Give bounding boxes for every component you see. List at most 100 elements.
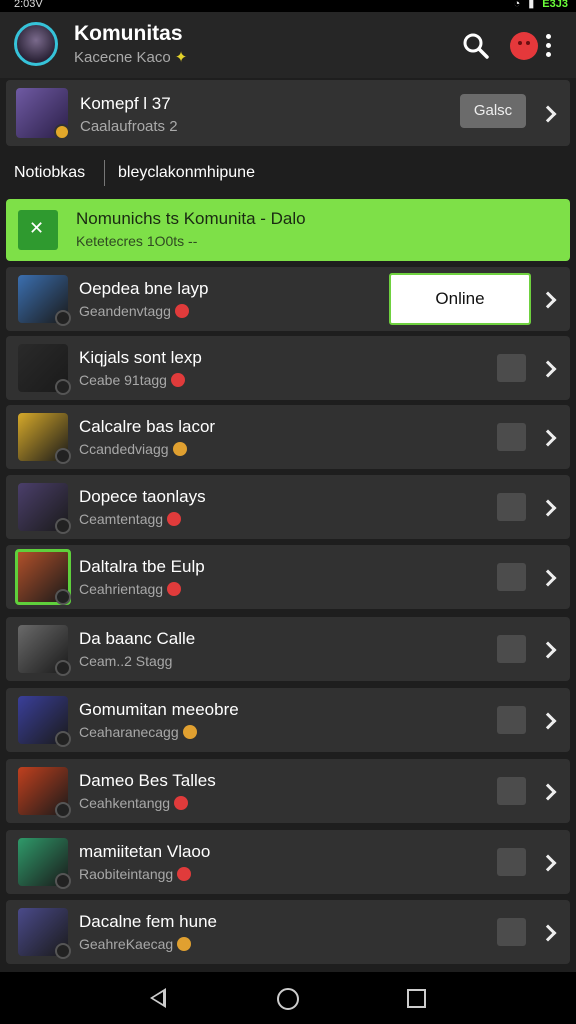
list-item[interactable]: Kiqjals sont lexp Ceabe 91tagg (6, 336, 570, 400)
thumbnail-badge-icon (55, 589, 71, 605)
featured-banner[interactable]: Nomunichs ts Komunita - Dalo Ketetecres … (6, 199, 570, 261)
profile-subtitle: Caalaufroats 2 (80, 118, 178, 135)
chevron-right-icon[interactable] (540, 569, 556, 585)
status-icons: ◔ ▮ E3J3 (514, 0, 568, 10)
profile-action-button[interactable]: Galsc (460, 94, 526, 128)
item-checkbox[interactable] (497, 777, 526, 805)
thumbnail-badge-icon (55, 379, 71, 395)
status-time: 2:03V (14, 0, 43, 10)
item-subtitle-text: Ceaharanecagg (79, 724, 179, 740)
thumbnail-badge-icon (55, 802, 71, 818)
item-checkbox[interactable] (497, 635, 526, 663)
tab-notifications[interactable]: Notiobkas (14, 164, 85, 182)
chevron-right-icon[interactable] (540, 291, 556, 307)
list-item[interactable]: Oepdea bne layp Geandenvtagg Online (6, 267, 570, 331)
chevron-right-icon[interactable] (540, 924, 556, 940)
item-checkbox[interactable] (497, 848, 526, 876)
item-checkbox[interactable] (497, 423, 526, 451)
item-checkbox[interactable] (497, 706, 526, 734)
item-title: Calcalre bas lacor (79, 417, 216, 436)
item-subtitle: Raobiteintangg (79, 866, 192, 882)
list-item[interactable]: Gomumitan meeobre Ceaharanecagg (6, 688, 570, 752)
item-thumbnail (18, 413, 71, 464)
item-checkbox[interactable] (497, 493, 526, 521)
list-item[interactable]: Da baanc Calle Ceam..2 Stagg (6, 617, 570, 681)
item-subtitle-text: Raobiteintangg (79, 866, 174, 882)
heart-icon (177, 937, 192, 951)
chevron-right-icon[interactable] (540, 429, 556, 445)
heart-icon (167, 512, 182, 526)
item-subtitle-text: GeahreKaecag (79, 936, 174, 952)
item-checkbox[interactable] (497, 918, 526, 946)
item-subtitle: GeahreKaecag (79, 936, 192, 952)
thumbnail-badge-icon (55, 310, 71, 326)
item-thumbnail (18, 344, 71, 395)
item-subtitle: Ceam..2 Stagg (79, 653, 172, 669)
chevron-right-icon[interactable] (540, 360, 556, 376)
list-item[interactable]: mamiitetan Vlaoo Raobiteintangg (6, 830, 570, 894)
profile-card[interactable]: Komepf l 37 Caalaufroats 2 Galsc (6, 80, 570, 146)
item-subtitle: Ceahrientagg (79, 581, 182, 597)
heart-icon (174, 304, 189, 318)
tab-members[interactable]: bleyclakonmhipune (118, 164, 255, 182)
status-bar: 2:03V ◔ ▮ E3J3 (0, 0, 576, 12)
chevron-right-icon[interactable] (540, 105, 556, 121)
online-button[interactable]: Online (389, 273, 531, 325)
item-checkbox[interactable] (497, 563, 526, 591)
banner-title: Nomunichs ts Komunita - Dalo (76, 209, 306, 228)
item-thumbnail (15, 549, 71, 605)
item-subtitle: Ccandedviagg (79, 441, 187, 457)
back-icon[interactable] (150, 988, 166, 1008)
home-icon[interactable] (277, 988, 299, 1010)
chevron-right-icon[interactable] (540, 641, 556, 657)
item-subtitle: Ceabe 91tagg (79, 372, 185, 388)
item-thumbnail (18, 696, 71, 747)
list-item[interactable]: Dacalne fem hune GeahreKaecag (6, 900, 570, 964)
list-item[interactable]: Calcalre bas lacor Ccandedviagg (6, 405, 570, 469)
item-subtitle: Geandenvtagg (79, 303, 189, 319)
item-title: Gomumitan meeobre (79, 700, 239, 719)
thumbnail-badge-icon (55, 943, 71, 959)
item-checkbox[interactable] (497, 354, 526, 382)
item-subtitle-text: Geandenvtagg (79, 303, 171, 319)
more-vert-icon[interactable] (543, 32, 553, 60)
community-avatar[interactable] (14, 22, 58, 66)
chevron-right-icon[interactable] (540, 712, 556, 728)
list-item[interactable]: Dameo Bes Talles Ceahkentangg (6, 759, 570, 823)
item-thumbnail (18, 483, 71, 534)
item-title: Oepdea bne layp (79, 279, 209, 298)
heart-icon (174, 796, 189, 810)
signal-icon: ▮ (528, 0, 535, 10)
item-subtitle-text: Ceahkentangg (79, 795, 171, 811)
item-subtitle: Ceahkentangg (79, 795, 189, 811)
item-title: mamiitetan Vlaoo (79, 842, 211, 861)
chevron-right-icon[interactable] (540, 783, 556, 799)
thumbnail-badge-icon (55, 518, 71, 534)
battery-text: E3J3 (542, 0, 568, 10)
profile-name: Komepf l 37 (80, 94, 171, 113)
notification-face-icon[interactable] (510, 32, 538, 60)
thumbnail-badge-icon (55, 873, 71, 889)
page-subtitle-text: Kacecne Kaco (74, 49, 171, 66)
recents-icon[interactable] (407, 989, 426, 1008)
item-title: Dacalne fem hune (79, 912, 217, 931)
system-nav-bar (0, 972, 576, 1024)
app-bar: Komunitas Kacecne Kaco ✦ (0, 12, 576, 78)
item-title: Kiqjals sont lexp (79, 348, 202, 367)
chevron-right-icon[interactable] (540, 499, 556, 515)
thumbnail-badge-icon (55, 448, 71, 464)
item-title: Da baanc Calle (79, 629, 196, 648)
search-icon[interactable] (462, 32, 490, 60)
page-subtitle: Kacecne Kaco ✦ (74, 48, 187, 66)
item-subtitle-text: Ccandedviagg (79, 441, 169, 457)
list-item[interactable]: Dopece taonlays Ceamtentagg (6, 475, 570, 539)
chevron-right-icon[interactable] (540, 854, 556, 870)
item-thumbnail (18, 767, 71, 818)
list-item[interactable]: Daltalra tbe Eulp Ceahrientagg (6, 545, 570, 609)
item-thumbnail (18, 908, 71, 959)
banner-subtitle: Ketetecres 1O0ts -- (76, 233, 198, 249)
item-title: Dameo Bes Talles (79, 771, 216, 790)
heart-icon (170, 373, 185, 387)
sparkle-icon: ✦ (174, 49, 188, 66)
item-title: Daltalra tbe Eulp (79, 557, 205, 576)
